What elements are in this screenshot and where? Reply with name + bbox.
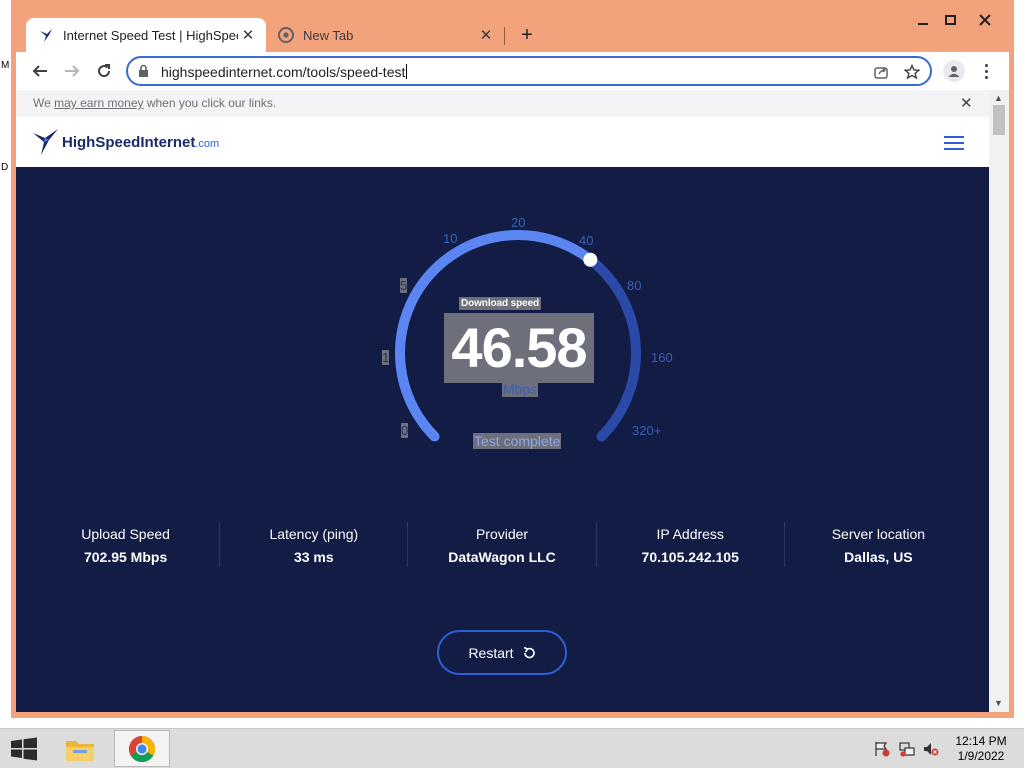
file-explorer-taskbar-button[interactable] bbox=[52, 730, 108, 767]
browser-toolbar: highspeedinternet.com/tools/speed-test bbox=[16, 52, 1009, 90]
gauge-tick-label: 320+ bbox=[632, 423, 662, 438]
stat-label: Provider bbox=[475, 526, 529, 542]
stat-upload-speed: Upload Speed 702.95 Mbps bbox=[32, 522, 219, 567]
disclaimer-prefix: We bbox=[33, 96, 55, 110]
desktop-edge-right bbox=[1014, 0, 1024, 728]
gauge-tick-label: 10 bbox=[443, 231, 458, 246]
action-center-flag-icon[interactable] bbox=[874, 741, 890, 757]
back-arrow-icon[interactable] bbox=[27, 58, 53, 84]
chrome-icon bbox=[128, 735, 156, 762]
tab-title: New Tab bbox=[303, 27, 354, 43]
lock-icon[interactable] bbox=[138, 64, 149, 83]
logo-name: HighSpeedInternet bbox=[62, 133, 196, 151]
close-tab-icon[interactable]: ✕ bbox=[476, 25, 496, 45]
hamburger-menu-icon[interactable] bbox=[944, 136, 964, 150]
system-clock[interactable]: 12:14 PM 1/9/2022 bbox=[948, 734, 1014, 764]
gauge-tick-label: 20 bbox=[511, 215, 526, 230]
stat-label: Latency (ping) bbox=[269, 526, 359, 542]
gauge-tick-label: 1 bbox=[382, 350, 390, 365]
stat-label: Server location bbox=[831, 526, 926, 542]
stat-provider: Provider DataWagon LLC bbox=[407, 522, 595, 567]
speed-stats-row: Upload Speed 702.95 Mbps Latency (ping) … bbox=[32, 522, 972, 567]
reload-icon[interactable] bbox=[91, 58, 117, 84]
download-speed-unit: Mbps bbox=[502, 381, 539, 397]
desktop-icon-fragment: D bbox=[1, 162, 9, 173]
stat-value: 702.95 Mbps bbox=[83, 549, 168, 565]
address-bar[interactable]: highspeedinternet.com/tools/speed-test bbox=[126, 56, 932, 86]
stat-value: Dallas, US bbox=[844, 549, 913, 565]
hummingbird-favicon-icon bbox=[38, 27, 54, 43]
maximize-icon[interactable] bbox=[936, 8, 964, 32]
minimize-icon[interactable] bbox=[909, 8, 937, 32]
page-scrollbar[interactable]: ▲ ▼ bbox=[989, 90, 1009, 712]
restart-button[interactable]: Restart bbox=[437, 630, 567, 675]
profile-avatar-icon[interactable] bbox=[943, 60, 965, 82]
network-icon[interactable] bbox=[899, 741, 915, 757]
chrome-favicon-icon bbox=[278, 27, 294, 43]
clock-date: 1/9/2022 bbox=[957, 749, 1005, 763]
scrollbar-thumb[interactable] bbox=[993, 105, 1005, 135]
close-tab-icon[interactable]: ✕ bbox=[238, 25, 258, 45]
tab-new-tab[interactable]: New Tab ✕ bbox=[266, 18, 504, 52]
restart-icon bbox=[523, 646, 535, 658]
bookmark-star-icon[interactable] bbox=[903, 63, 921, 81]
gauge-tick-label: 40 bbox=[579, 233, 594, 248]
gauge-tick-label: 160 bbox=[651, 350, 673, 365]
stat-latency: Latency (ping) 33 ms bbox=[219, 522, 407, 567]
tab-title: Internet Speed Test | HighSpeedI bbox=[63, 27, 238, 43]
share-icon[interactable] bbox=[872, 63, 890, 81]
gauge-tick-label: 5 bbox=[400, 278, 408, 293]
site-logo[interactable]: HighSpeedInternet.com bbox=[32, 127, 219, 157]
stat-server-location: Server location Dallas, US bbox=[783, 522, 972, 567]
gauge-tick-label: 0 bbox=[401, 423, 409, 438]
stat-value: 33 ms bbox=[293, 549, 334, 565]
new-tab-button[interactable]: + bbox=[516, 24, 538, 46]
disclaimer-link[interactable]: may earn money bbox=[54, 96, 143, 110]
disclaimer-suffix: when you click our links. bbox=[143, 96, 277, 110]
speed-test-panel: 0 1 5 10 20 40 80 160 320+ Download spee… bbox=[16, 167, 989, 712]
desktop-edge-left: M D bbox=[0, 0, 11, 728]
forward-arrow-icon[interactable] bbox=[59, 58, 85, 84]
site-header: HighSpeedInternet.com bbox=[16, 117, 989, 167]
stat-value: DataWagon LLC bbox=[448, 549, 556, 565]
affiliate-disclaimer: We may earn money when you click our lin… bbox=[16, 90, 989, 117]
chrome-taskbar-button[interactable] bbox=[114, 730, 170, 767]
download-speed-label: Download speed bbox=[459, 297, 542, 310]
stat-ip-address: IP Address 70.105.242.105 bbox=[595, 522, 784, 567]
tab-separator bbox=[504, 27, 505, 45]
restart-label: Restart bbox=[468, 644, 514, 661]
speed-gauge: 0 1 5 10 20 40 80 160 320+ Download spee… bbox=[346, 205, 673, 465]
close-disclaimer-icon[interactable]: ✕ bbox=[960, 94, 973, 112]
browser-window: Internet Speed Test | HighSpeedI ✕ New T… bbox=[11, 0, 1014, 718]
download-speed-value: 46.58 bbox=[444, 313, 594, 383]
clock-time: 12:14 PM bbox=[955, 734, 1007, 748]
scroll-up-icon[interactable]: ▲ bbox=[994, 93, 1003, 103]
stat-label: IP Address bbox=[656, 526, 724, 542]
url-text[interactable]: highspeedinternet.com/tools/speed-test bbox=[161, 64, 407, 80]
close-window-icon[interactable] bbox=[971, 8, 999, 32]
stat-label: Upload Speed bbox=[81, 526, 170, 542]
taskbar: 12:14 PM 1/9/2022 bbox=[0, 728, 1024, 768]
stat-value: 70.105.242.105 bbox=[641, 549, 739, 565]
tab-strip: Internet Speed Test | HighSpeedI ✕ New T… bbox=[11, 0, 1014, 52]
logo-suffix: .com bbox=[195, 137, 220, 150]
volume-muted-icon[interactable] bbox=[923, 741, 939, 757]
page-viewport: We may earn money when you click our lin… bbox=[16, 90, 1009, 712]
windows-start-icon[interactable] bbox=[10, 737, 38, 761]
browser-menu-icon[interactable] bbox=[976, 60, 996, 82]
gauge-tick-label: 80 bbox=[627, 278, 642, 293]
desktop-icon-fragment: M bbox=[1, 60, 10, 71]
logo-text: HighSpeedInternet.com bbox=[62, 134, 219, 151]
folder-icon bbox=[66, 740, 94, 761]
gauge-needle-knob bbox=[583, 252, 598, 267]
scroll-down-icon[interactable]: ▼ bbox=[994, 698, 1003, 708]
hummingbird-logo-icon bbox=[33, 129, 58, 155]
tab-speed-test[interactable]: Internet Speed Test | HighSpeedI ✕ bbox=[26, 18, 266, 52]
test-status: Test complete bbox=[473, 433, 562, 449]
